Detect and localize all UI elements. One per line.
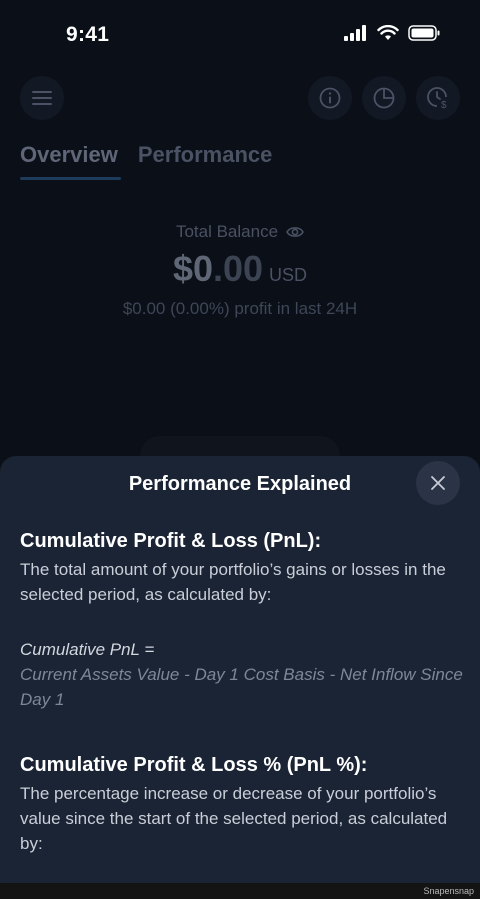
balance-decimals: .00 (212, 248, 264, 289)
balance-currency: USD (269, 265, 308, 285)
pnl-percent-description: The percentage increase or decrease of y… (20, 784, 448, 853)
footer-bar: Snapensnap (0, 883, 480, 899)
pie-chart-icon (373, 87, 395, 109)
pnl-formula-name: Cumulative PnL = (20, 640, 155, 659)
svg-text:$: $ (441, 100, 447, 110)
close-icon (431, 476, 445, 490)
pnl-title: Cumulative Profit & Loss (PnL): (20, 530, 322, 552)
status-icons (344, 25, 440, 41)
pnl-percent-section: Cumulative Profit & Loss % (PnL %): The … (20, 752, 465, 856)
tab-bar: Overview Performance (20, 142, 272, 168)
info-button[interactable] (308, 76, 352, 120)
eye-icon[interactable] (286, 225, 304, 239)
watermark: Snapensnap (423, 886, 474, 896)
status-bar: 9:41 (0, 0, 480, 70)
status-time: 9:41 (66, 23, 110, 46)
history-button[interactable]: $ (416, 76, 460, 120)
performance-explained-sheet: Performance Explained Cumulative Profit … (0, 456, 480, 883)
balance-integer: $0 (172, 248, 213, 289)
pnl-description: The total amount of your portfolio’s gai… (20, 560, 446, 604)
wifi-icon (377, 25, 399, 40)
pnl-section: Cumulative Profit & Loss (PnL): The tota… (20, 528, 465, 712)
battery-icon (408, 25, 440, 41)
tab-overview[interactable]: Overview (20, 142, 118, 168)
total-balance-label-text: Total Balance (175, 222, 279, 241)
clock-dollar-icon: $ (427, 87, 447, 110)
total-balance-label: Total Balance (0, 222, 480, 242)
tab-performance[interactable]: Performance (138, 142, 273, 168)
pnl-formula-expression: Current Assets Value - Day 1 Cost Basis … (20, 665, 463, 709)
profit-24h-text: $0.00 (0.00%) profit in last 24H (122, 299, 358, 318)
active-tab-indicator (20, 177, 121, 180)
menu-button[interactable] (20, 76, 64, 120)
pnl-formula: Cumulative PnL = Current Assets Value - … (20, 637, 465, 712)
allocation-button[interactable] (362, 76, 406, 120)
portfolio-screen: $ Overview Performance Total Balance $0 … (0, 70, 480, 476)
close-button[interactable] (416, 461, 460, 505)
total-balance-value: $0 .00 USD (0, 248, 480, 290)
menu-icon (32, 91, 52, 105)
pnl-percent-title: Cumulative Profit & Loss % (PnL %): (20, 754, 368, 776)
signal-icon (344, 25, 366, 41)
sheet-title: Performance Explained (128, 473, 352, 495)
info-icon (319, 87, 341, 109)
sheet-content: Cumulative Profit & Loss (PnL): The tota… (20, 528, 465, 856)
